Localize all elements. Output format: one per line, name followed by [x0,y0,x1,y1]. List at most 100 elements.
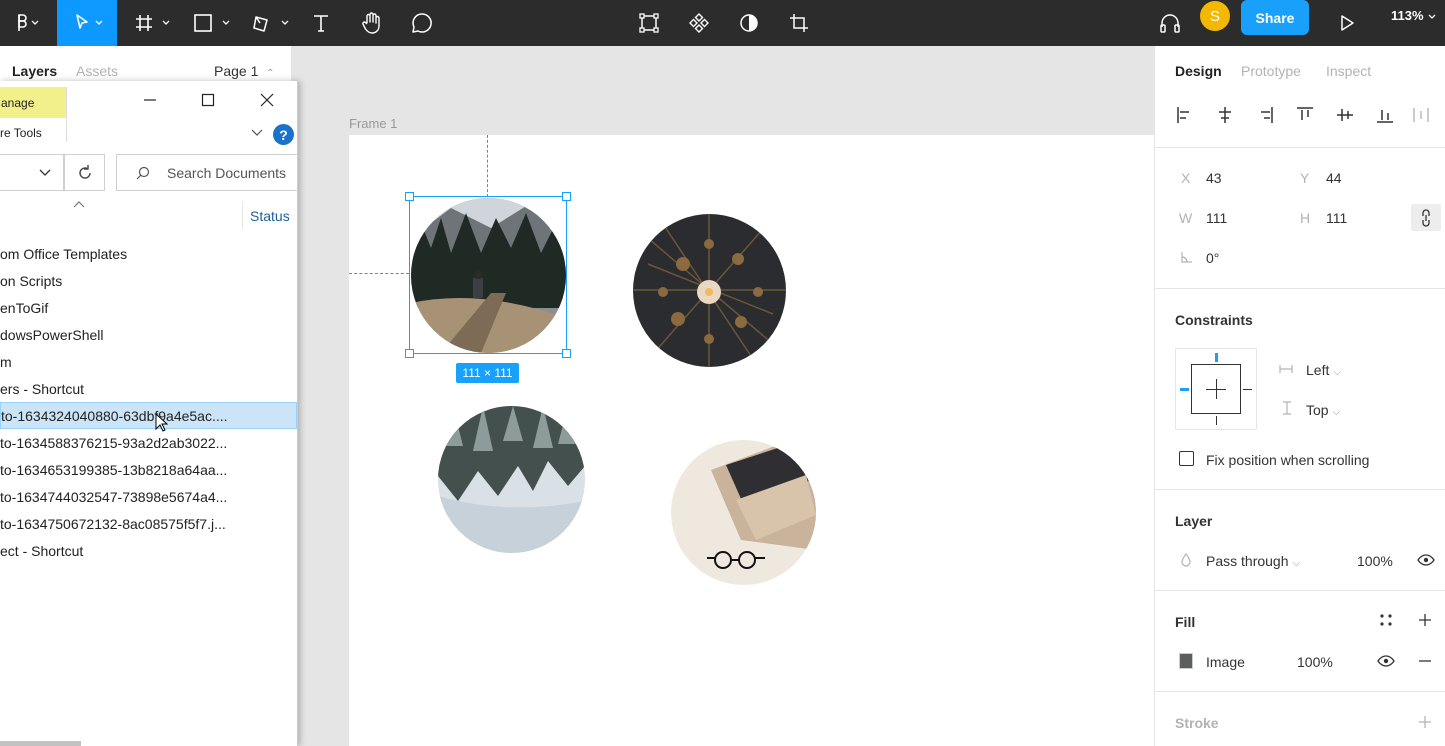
share-button[interactable]: Share [1241,0,1309,35]
eye-icon[interactable] [1417,553,1435,567]
file-list-item[interactable]: ect - Shortcut [0,537,297,564]
constraint-left[interactable] [1180,388,1189,391]
constraint-right[interactable] [1243,389,1252,390]
align-bottom-icon[interactable] [1375,105,1395,125]
chevron-up-icon: ⌃ [266,68,275,79]
address-bar[interactable] [0,154,64,191]
constraints-widget[interactable] [1175,348,1257,430]
fill-image-thumbnail[interactable] [1179,653,1193,669]
crop-button[interactable] [785,0,813,46]
tab-design[interactable]: Design [1175,63,1222,79]
refresh-button[interactable] [64,154,105,191]
help-button[interactable]: ? [273,124,294,145]
tab-inspect[interactable]: Inspect [1326,63,1371,79]
h-label: H [1300,210,1311,226]
align-left-icon[interactable] [1175,105,1195,125]
file-list-item[interactable]: om Office Templates [0,240,297,267]
add-fill-icon[interactable] [1418,613,1432,627]
circle-image-laptop[interactable] [671,440,816,585]
file-list-item[interactable]: on Scripts [0,267,297,294]
file-list-item[interactable]: m [0,348,297,375]
tab-layers[interactable]: Layers [12,63,57,79]
components-button[interactable] [685,0,713,46]
page-selector[interactable]: Page 1 ⌃ [214,63,275,79]
layer-opacity-input[interactable]: 100% [1357,553,1393,569]
constraint-bottom[interactable] [1216,416,1217,425]
play-icon [1341,15,1354,31]
ribbon-manage-tab[interactable]: anage [0,87,66,118]
minimize-button[interactable] [130,87,170,113]
file-list-item[interactable]: to-1634653199385-13b8218a64aa... [0,456,297,483]
close-button[interactable] [247,87,287,113]
file-name: to-1634744032547-73898e5674a4... [0,488,228,505]
shape-tool-button[interactable] [188,0,233,46]
fill-type-label[interactable]: Image [1206,654,1245,670]
figma-menu-button[interactable] [0,0,50,46]
move-tool-button[interactable] [57,0,117,46]
constraint-top[interactable] [1215,353,1218,362]
file-list-item[interactable]: to-1634588376215-93a2d2ab3022... [0,429,297,456]
file-list-item[interactable]: dowsPowerShell [0,321,297,348]
file-list-item[interactable]: to-1634750672132-8ac08575f5f7.j... [0,510,297,537]
horizontal-constraint-dropdown[interactable]: Left ⌵ [1306,362,1341,378]
candle-photo [633,214,786,367]
column-divider[interactable] [242,201,243,229]
blend-mode-dropdown[interactable]: Pass through ⌵ [1206,553,1300,569]
file-name: dowsPowerShell [0,326,104,343]
divider [1155,147,1445,148]
w-input[interactable]: 111 [1206,210,1227,226]
align-right-icon[interactable] [1255,105,1275,125]
eye-icon[interactable] [1377,654,1395,668]
align-vertical-center-icon[interactable] [1335,105,1355,125]
zoom-dropdown[interactable]: 113% [1391,8,1437,23]
mask-button[interactable] [735,0,763,46]
status-column-header[interactable]: Status [250,208,290,224]
x-input[interactable]: 43 [1206,170,1222,186]
audio-chat-button[interactable] [1155,0,1185,46]
horizontal-scrollbar[interactable] [0,741,81,746]
selection-box[interactable] [409,196,567,354]
search-documents-input[interactable]: Search Documents [116,154,298,191]
resize-handle-bottom-right[interactable] [562,349,571,358]
h-input[interactable]: 111 [1326,210,1347,226]
y-label: Y [1300,170,1310,186]
present-button[interactable] [1335,0,1359,46]
hand-tool-button[interactable] [355,0,389,46]
tab-prototype[interactable]: Prototype [1241,63,1301,79]
distribute-icon[interactable] [1411,105,1431,125]
pen-tool-button[interactable] [247,0,292,46]
file-list-item[interactable]: to-1634324040880-63dbf9a4e5ac.... [0,402,297,429]
tab-assets[interactable]: Assets [76,63,118,79]
style-grid-icon[interactable] [1379,613,1393,627]
top-toolbar: S Share 113% [0,0,1445,46]
ribbon-expand-button[interactable] [250,126,264,143]
resize-handle-bottom-left[interactable] [405,349,414,358]
y-input[interactable]: 44 [1326,170,1342,186]
rotation-input[interactable]: 0° [1206,250,1219,266]
constrain-proportions-button[interactable] [1411,204,1441,231]
circle-image-candle[interactable] [633,214,786,367]
file-list-item[interactable]: enToGif [0,294,297,321]
create-component-button[interactable] [635,0,663,46]
remove-fill-icon[interactable] [1418,654,1432,668]
user-avatar[interactable]: S [1200,1,1230,31]
align-horizontal-center-icon[interactable] [1215,105,1235,125]
fill-opacity-input[interactable]: 100% [1297,654,1333,670]
fix-position-checkbox[interactable] [1179,451,1194,466]
resize-handle-top-right[interactable] [562,192,571,201]
comment-tool-button[interactable] [405,0,439,46]
maximize-button[interactable] [188,87,228,113]
frame-tool-button[interactable] [130,0,175,46]
sort-arrow[interactable] [73,196,85,211]
file-list-item[interactable]: ers - Shortcut [0,375,297,402]
frame-label[interactable]: Frame 1 [349,116,397,131]
circle-image-snow-forest[interactable] [438,406,585,553]
fill-title: Fill [1175,614,1196,630]
hand-icon [362,12,380,34]
add-stroke-icon[interactable] [1418,715,1432,729]
file-list-item[interactable]: to-1634744032547-73898e5674a4... [0,483,297,510]
vertical-constraint-dropdown[interactable]: Top ⌵ [1306,402,1340,418]
align-top-icon[interactable] [1295,105,1315,125]
resize-handle-top-left[interactable] [405,192,414,201]
text-tool-button[interactable] [305,0,337,46]
